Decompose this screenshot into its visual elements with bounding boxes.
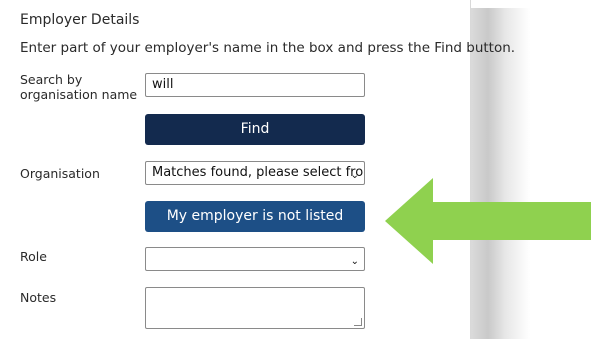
notes-textarea[interactable] [145,287,365,329]
search-input[interactable]: will [145,73,365,97]
employer-not-listed-button[interactable]: My employer is not listed [145,201,365,232]
role-select[interactable]: ⌄ [145,247,365,271]
resize-handle-icon[interactable] [354,318,362,326]
search-input-value: will [152,77,174,92]
role-label: Role [20,249,47,264]
organisation-selected: Matches found, please select fror [152,165,365,180]
search-label: Search by organisation name [20,72,137,102]
green-arrow-icon [385,178,591,264]
instruction-text: Enter part of your employer's name in th… [20,40,516,56]
search-label-line2: organisation name [20,87,138,102]
search-label-line1: Search by [20,72,83,87]
chevron-down-icon: ⌄ [350,256,359,267]
chevron-down-icon: ⌄ [350,170,359,181]
organisation-label: Organisation [20,166,100,181]
card-shadow [470,8,530,339]
organisation-select[interactable]: Matches found, please select fror ⌄ [145,161,365,185]
find-button[interactable]: Find [145,114,365,145]
notes-label: Notes [20,290,57,305]
section-title: Employer Details [20,12,140,28]
employer-details-panel: Employer Details Enter part of your empl… [0,0,515,339]
